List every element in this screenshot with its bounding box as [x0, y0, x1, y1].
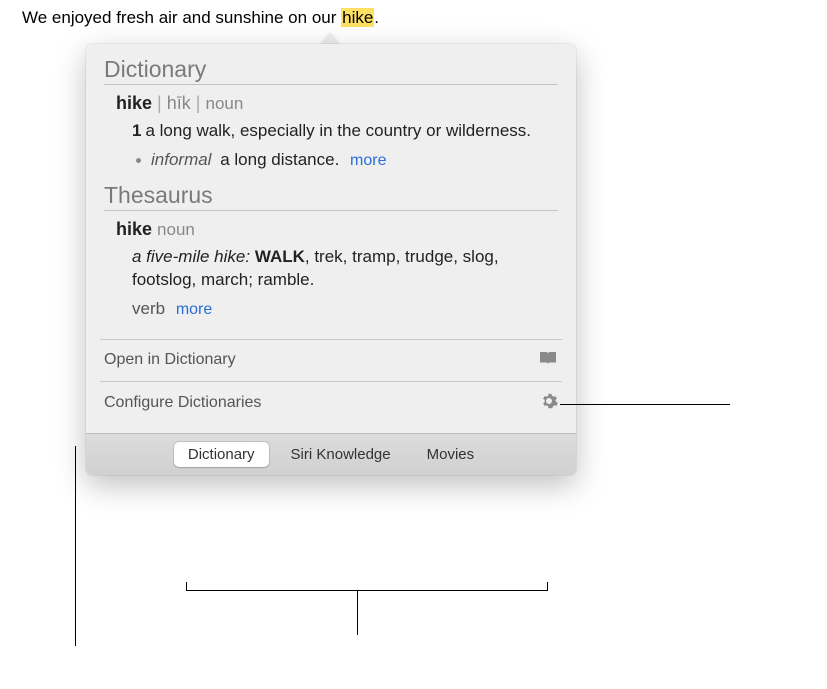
highlighted-word[interactable]: hike: [341, 8, 374, 27]
definition-row: 1 a long walk, especially in the country…: [132, 120, 558, 143]
thesaurus-verb-line: verb more: [132, 298, 558, 321]
sentence-suffix: .: [374, 8, 379, 27]
thesaurus-verb-label: verb: [132, 299, 165, 318]
open-in-dictionary-label: Open in Dictionary: [104, 351, 236, 369]
dictionary-pos: noun: [205, 94, 243, 113]
lookup-popover: Dictionary hike | hīk | noun 1 a long wa…: [86, 44, 576, 475]
definition-text: a long walk, especially in the country o…: [145, 120, 558, 143]
callout-line: [186, 582, 187, 591]
callout-line: [357, 590, 358, 635]
sub-definition-text: informal a long distance. more: [151, 149, 386, 172]
more-link[interactable]: more: [350, 152, 386, 169]
callout-line: [560, 404, 730, 405]
popover-actions: Open in Dictionary Configure Dictionarie…: [86, 339, 576, 433]
bullet-icon: [136, 158, 141, 163]
dictionary-word: hike: [116, 93, 152, 113]
thesaurus-lead-synonym: WALK: [255, 247, 305, 266]
thesaurus-word: hike: [116, 219, 152, 239]
dictionary-heading: Dictionary: [104, 56, 558, 85]
open-in-dictionary-row[interactable]: Open in Dictionary: [100, 339, 562, 381]
callout-line: [547, 582, 548, 591]
popover-content[interactable]: Dictionary hike | hīk | noun 1 a long wa…: [86, 44, 576, 339]
thesaurus-pos: noun: [157, 220, 195, 239]
configure-dictionaries-label: Configure Dictionaries: [104, 394, 261, 412]
tab-dictionary[interactable]: Dictionary: [174, 442, 269, 467]
dictionary-pronunciation: | hīk |: [157, 93, 200, 113]
configure-dictionaries-row[interactable]: Configure Dictionaries: [100, 381, 562, 425]
thesaurus-entry: hike noun a five-mile hike: WALK, trek, …: [104, 219, 558, 321]
callout-line: [186, 590, 548, 591]
thesaurus-word-line: hike noun: [116, 219, 558, 240]
informal-label: informal: [151, 150, 211, 169]
more-link[interactable]: more: [176, 301, 212, 318]
tab-siri-knowledge[interactable]: Siri Knowledge: [277, 442, 405, 467]
thesaurus-heading: Thesaurus: [104, 182, 558, 211]
book-icon: [538, 350, 558, 371]
popover-footer-tabs: Dictionary Siri Knowledge Movies: [86, 433, 576, 475]
gear-icon: [540, 392, 558, 415]
thesaurus-example: a five-mile hike:: [132, 247, 250, 266]
definition-number: 1: [132, 120, 141, 143]
tab-movies[interactable]: Movies: [413, 442, 489, 467]
sentence-prefix: We enjoyed fresh air and sunshine on our: [22, 8, 341, 27]
sub-definition-row: informal a long distance. more: [132, 149, 558, 172]
thesaurus-body: a five-mile hike: WALK, trek, tramp, tru…: [116, 246, 558, 321]
callout-line: [75, 446, 76, 646]
thesaurus-synonyms-line: a five-mile hike: WALK, trek, tramp, tru…: [132, 246, 558, 292]
dictionary-definitions: 1 a long walk, especially in the country…: [116, 120, 558, 172]
dictionary-entry: hike | hīk | noun 1 a long walk, especia…: [104, 93, 558, 172]
source-sentence: We enjoyed fresh air and sunshine on our…: [22, 8, 379, 28]
dictionary-word-line: hike | hīk | noun: [116, 93, 558, 114]
